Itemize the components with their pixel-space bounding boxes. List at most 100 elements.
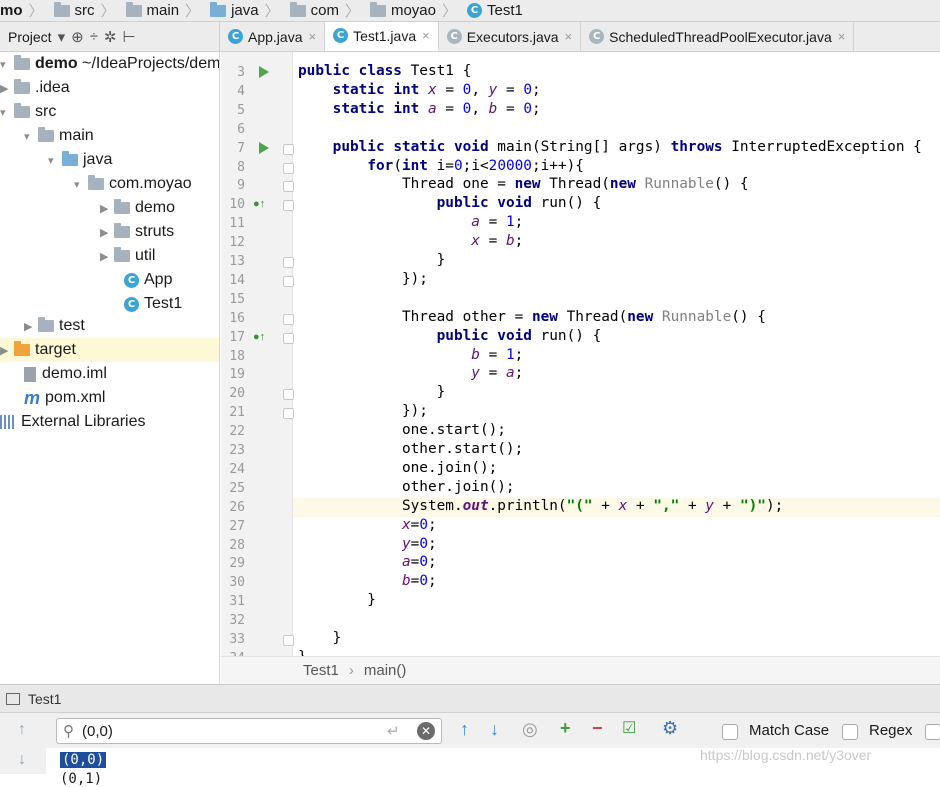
tree-item-com-moyao[interactable]: ▾ com.moyao	[74, 172, 192, 196]
tree-item-idea[interactable]: ▶ .idea	[0, 76, 70, 100]
tab-executors-java[interactable]: C Executors.java ×	[439, 22, 582, 51]
close-icon[interactable]: ×	[422, 28, 430, 43]
console-line: (0,1)	[60, 771, 103, 787]
collapse-icon[interactable]: ÷	[90, 28, 98, 45]
regex-checkbox[interactable]	[842, 723, 858, 741]
code-line: System.out.println("(" + x + "," + y + "…	[298, 497, 784, 514]
project-view-selector[interactable]: Project	[8, 29, 52, 45]
up-arrow-icon[interactable]: ↑	[18, 721, 26, 739]
code-line: one.join();	[298, 459, 498, 476]
package-icon	[114, 247, 130, 262]
folder-icon	[14, 103, 30, 118]
tree-item-demo-package[interactable]: ▶ demo	[100, 196, 175, 220]
editor-crumb-method[interactable]: main()	[364, 662, 407, 679]
select-all-icon[interactable]: ☑	[622, 718, 636, 738]
line-number: 27	[229, 518, 245, 534]
editor-breadcrumb: Test1 › main()	[221, 656, 940, 684]
code-line: x=0;	[401, 516, 437, 533]
run-gutter-icon[interactable]	[259, 66, 269, 78]
find-all-icon[interactable]: ◎	[522, 719, 538, 740]
line-number: 12	[229, 235, 245, 251]
search-value: (0,0)	[82, 722, 113, 740]
watermark: https://blog.csdn.net/y3over	[700, 747, 872, 763]
tree-item-pom-xml[interactable]: m pom.xml	[24, 386, 105, 410]
close-icon[interactable]: ×	[308, 29, 316, 44]
tab-app-java[interactable]: C App.java ×	[220, 22, 326, 51]
remove-selection-icon[interactable]: −	[592, 718, 603, 739]
close-icon[interactable]: ×	[565, 29, 573, 44]
hide-icon[interactable]: ⊢	[123, 28, 136, 46]
previous-occurrence-icon[interactable]: ↑	[460, 719, 469, 740]
folder-icon	[38, 127, 54, 142]
fold-icon[interactable]	[283, 143, 294, 155]
breadcrumb-item-test1[interactable]: C Test1	[467, 0, 529, 21]
class-icon: C	[124, 272, 139, 288]
package-icon	[114, 199, 130, 214]
tree-item-target[interactable]: ▶ target	[0, 338, 76, 362]
breadcrumb-item-module[interactable]: mo 〉	[0, 0, 54, 21]
clear-icon[interactable]: ✕	[417, 722, 435, 740]
folder-icon	[38, 317, 54, 332]
tree-item-struts[interactable]: ▶ struts	[100, 220, 174, 244]
package-icon	[289, 1, 306, 17]
tree-item-test[interactable]: ▶ test	[24, 314, 85, 338]
run-tab-label[interactable]: Test1	[28, 691, 61, 707]
fold-icon[interactable]	[283, 389, 294, 401]
breadcrumb-item-com[interactable]: com 〉	[289, 0, 370, 21]
line-number: 9	[237, 178, 245, 194]
override-gutter-icon[interactable]: ●↑	[253, 198, 265, 210]
fold-icon[interactable]	[283, 635, 294, 646]
fold-icon[interactable]	[283, 275, 294, 287]
code-line: y = a;	[471, 365, 524, 382]
tab-scheduled-thread-pool-executor-java[interactable]: C ScheduledThreadPoolExecutor.java ×	[581, 22, 855, 51]
tree-item-util[interactable]: ▶ util	[100, 244, 155, 268]
match-case-label: Match Case	[749, 722, 830, 739]
library-class-icon: C	[446, 29, 462, 44]
breadcrumb-item-java[interactable]: java 〉	[210, 0, 290, 21]
fold-icon[interactable]	[283, 313, 294, 325]
line-number: 10	[229, 197, 245, 213]
breadcrumb-item-src[interactable]: src 〉	[53, 0, 126, 21]
close-icon[interactable]: ×	[838, 29, 846, 44]
editor-crumb-class[interactable]: Test1	[303, 662, 339, 679]
breadcrumb-item-main[interactable]: main 〉	[125, 0, 211, 21]
tree-item-main[interactable]: ▾ main	[24, 124, 94, 148]
class-icon: C	[467, 3, 483, 18]
match-case-checkbox[interactable]	[722, 723, 738, 741]
code-line: b = 1;	[471, 346, 524, 363]
next-occurrence-icon[interactable]: ↓	[490, 719, 499, 740]
fold-icon[interactable]	[283, 181, 294, 193]
navigation-breadcrumb: mo 〉 src 〉 main 〉 java 〉 com 〉 moyao 〉 C Test1	[0, 0, 940, 22]
tree-item-java[interactable]: ▾ java	[48, 148, 112, 172]
fold-icon[interactable]	[283, 257, 294, 268]
search-input[interactable]: ⚲ (0,0) ↵ ✕	[56, 718, 442, 744]
override-gutter-icon[interactable]: ●↑	[253, 331, 265, 343]
tree-item-root[interactable]: ▾ demo ~/IdeaProjects/demo	[0, 52, 219, 76]
fold-icon[interactable]	[283, 162, 294, 174]
line-number: 29	[229, 556, 245, 572]
code-editor[interactable]: 3 4 5 6 7 8 9 10 11 12 13 14 15 16 17 18 19 20 21 22 23 24 25 2…	[221, 52, 940, 656]
target-icon[interactable]: ⊕	[71, 28, 84, 46]
add-selection-icon[interactable]: +	[560, 718, 571, 739]
settings-gear-icon[interactable]: ⚙	[662, 718, 678, 739]
tree-item-demo-iml[interactable]: demo.iml	[24, 362, 107, 386]
tab-test1-java[interactable]: C Test1.java ×	[325, 22, 439, 51]
code-line: });	[298, 270, 428, 287]
line-number: 3	[237, 65, 245, 80]
fold-icon[interactable]	[283, 332, 294, 344]
run-gutter-icon[interactable]	[259, 141, 269, 154]
chevron-down-icon[interactable]: ▾	[58, 28, 66, 46]
tree-item-app[interactable]: C App	[124, 268, 172, 292]
code-line: for(int i=0;i<20000;i++){	[367, 157, 584, 174]
tree-item-test1[interactable]: C Test1	[124, 292, 182, 316]
line-number: 7	[237, 140, 245, 156]
breadcrumb-item-moyao[interactable]: moyao 〉	[369, 0, 467, 21]
gear-icon[interactable]: ✲	[104, 28, 117, 46]
library-class-icon: C	[589, 29, 605, 44]
tree-item-src[interactable]: ▾ src	[0, 100, 56, 124]
fold-icon[interactable]	[283, 408, 294, 420]
down-arrow-icon[interactable]: ↓	[18, 751, 26, 769]
tree-item-external-libraries[interactable]: External Libraries	[0, 410, 146, 434]
words-checkbox[interactable]	[925, 723, 940, 741]
fold-icon[interactable]	[283, 200, 294, 212]
